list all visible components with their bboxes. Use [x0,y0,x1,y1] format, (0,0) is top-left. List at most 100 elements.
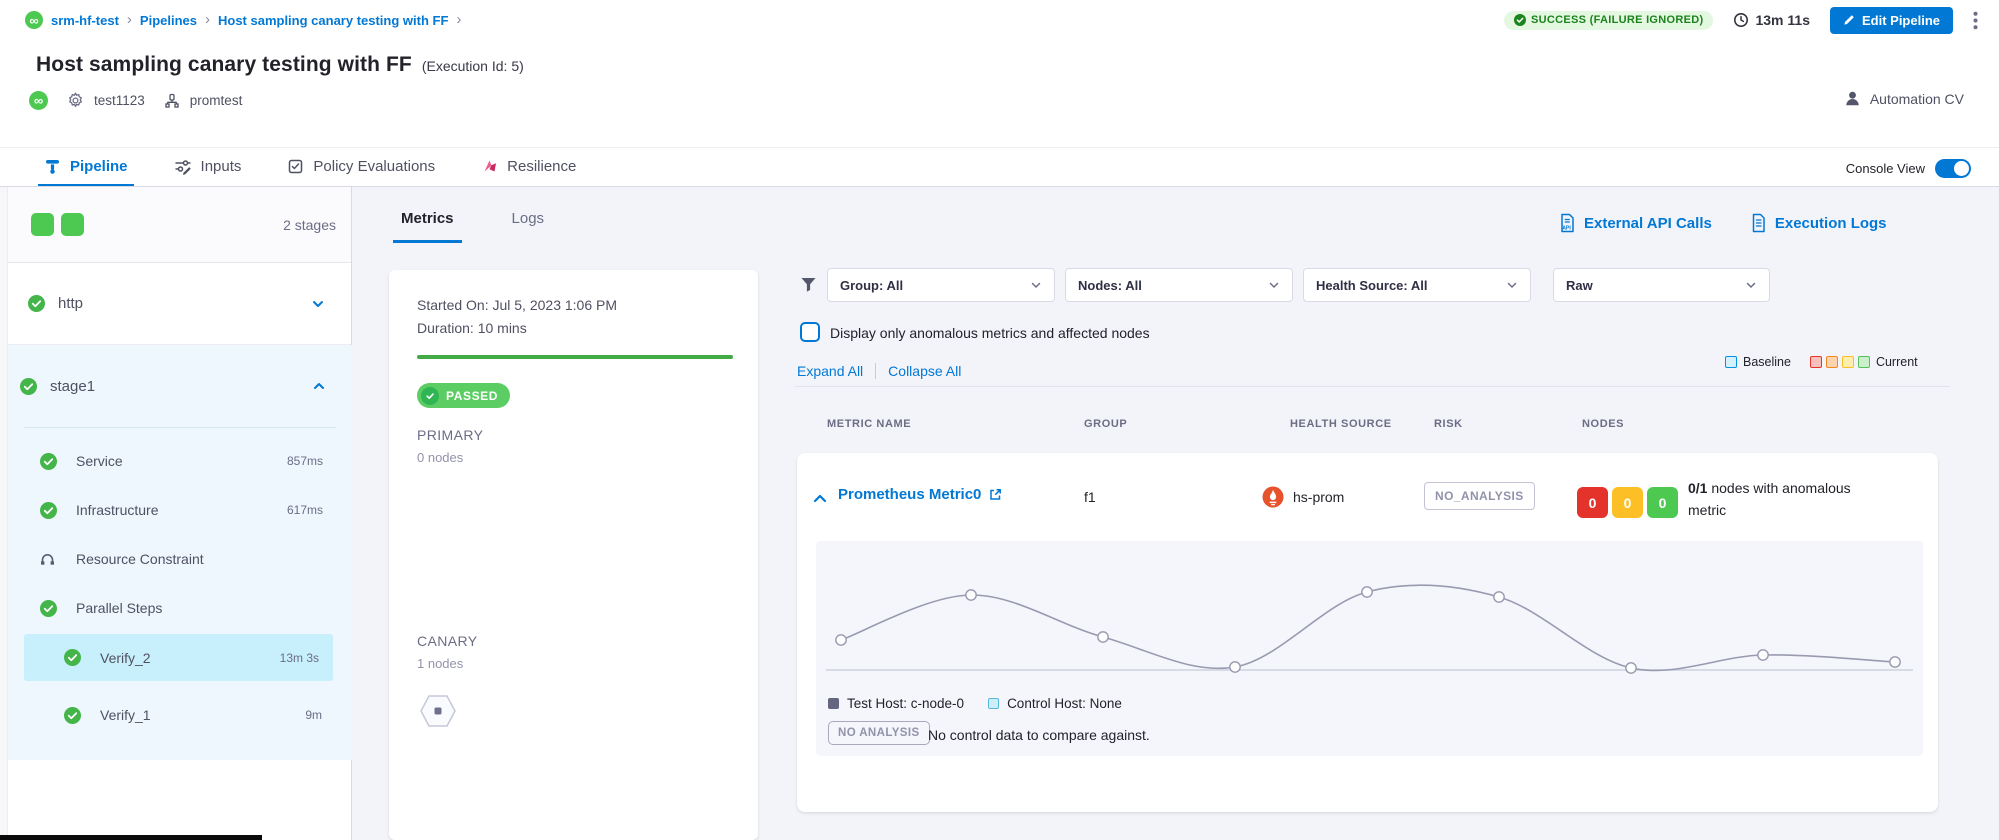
triggered-by-user: Automation CV [1870,91,1964,107]
title-row: Host sampling canary testing with FF (Ex… [36,53,524,77]
breadcrumb-pipeline-name[interactable]: Host sampling canary testing with FF [218,13,448,28]
anomalous-only-checkbox[interactable] [800,322,820,342]
step-name: Infrastructure [76,502,158,518]
divider [875,363,876,379]
primary-group-label: PRIMARY [417,427,483,443]
step-duration: 9m [305,708,322,722]
metric-name-link[interactable]: Prometheus Metric0 [838,486,981,503]
monitored-service-name: promtest [190,93,243,108]
canary-node-hexagon-icon[interactable] [420,693,456,729]
tab-policy-evaluations[interactable]: Policy Evaluations [281,148,441,186]
external-link-icon[interactable] [988,487,1003,502]
sparkline-point[interactable] [1758,650,1768,660]
policy-check-icon [287,158,304,175]
chevron-down-icon [1030,279,1042,291]
execution-logs-link[interactable]: Execution Logs [1750,213,1887,233]
step-infrastructure[interactable]: Infrastructure 617ms [8,493,352,527]
data-view-dropdown[interactable]: Raw [1553,268,1770,302]
nav-tabs: Pipeline Inputs Policy Evaluations Resil… [0,148,1999,186]
node-count-red-badge: 0 [1577,487,1608,518]
host-legend: Test Host: c-node-0 Control Host: None [828,696,1122,711]
sparkline-point[interactable] [1098,632,1108,642]
test-host-swatch [828,698,839,709]
stage1-divider [24,427,336,428]
status-badge-label: SUCCESS (FAILURE IGNORED) [1531,14,1704,26]
edit-pipeline-button[interactable]: Edit Pipeline [1830,7,1953,34]
sparkline-point[interactable] [1626,663,1636,673]
execution-logs-label: Execution Logs [1775,215,1887,232]
stage1-label: stage1 [50,378,95,395]
verification-progress-bar [417,355,733,359]
success-check-icon [40,600,57,617]
anomalous-nodes-ratio: 0/1 [1688,480,1707,496]
tab-inputs[interactable]: Inputs [168,148,248,186]
current-red-swatch [1810,356,1822,368]
console-view-toggle[interactable] [1935,159,1971,178]
sparkline-point[interactable] [1890,657,1900,667]
current-yellow-swatch [1842,356,1854,368]
stages-summary-row: 2 stages [8,187,351,263]
sparkline-point[interactable] [1362,587,1372,597]
success-check-icon [40,502,57,519]
metric-sparkline-svg[interactable] [816,541,1923,691]
tab-resilience[interactable]: Resilience [475,148,582,186]
sparkline-point[interactable] [836,635,846,645]
sidebar-stage-stage1[interactable]: stage1 [8,345,352,427]
breadcrumb-pipelines[interactable]: Pipelines [140,13,197,28]
filter-funnel-icon[interactable] [799,275,818,294]
breadcrumb: ∞ srm-hf-test › Pipelines › Host samplin… [25,11,461,29]
no-analysis-badge: NO ANALYSIS [828,721,930,745]
passed-label: PASSED [446,389,498,403]
verification-summary-card: Started On: Jul 5, 2023 1:06 PM Duration… [389,270,758,840]
column-header-group: GROUP [1084,418,1127,430]
more-options-kebab-icon[interactable] [1973,11,1978,30]
monitored-service-meta[interactable]: promtest [164,93,243,109]
check-circle-icon [1514,14,1526,26]
tab-logs[interactable]: Logs [504,193,553,243]
column-header-nodes: NODES [1582,418,1624,430]
service-meta[interactable]: test1123 [67,92,145,109]
chevron-down-icon[interactable] [311,297,325,311]
anomalous-nodes-text: nodes with anomalous metric [1688,480,1851,518]
primary-node-count: 0 nodes [417,450,463,465]
sliders-pencil-icon [174,158,192,175]
anomalous-only-checkbox-label[interactable]: Display only anomalous metrics and affec… [830,325,1150,341]
anomalous-nodes-summary: 0/1 nodes with anomalous metric [1688,478,1888,521]
tab-metrics[interactable]: Metrics [393,193,462,243]
expand-all-link[interactable]: Expand All [797,363,863,379]
tab-pipeline[interactable]: Pipeline [38,148,134,186]
success-check-icon [20,378,37,395]
page-header: ∞ srm-hf-test › Pipelines › Host samplin… [0,0,1999,147]
step-resource-constraint[interactable]: Resource Constraint [8,542,352,576]
breadcrumb-project[interactable]: srm-hf-test [51,13,119,28]
chevron-down-icon [1268,279,1280,291]
nodes-filter-dropdown[interactable]: Nodes: All [1065,268,1293,302]
tab-policy-evaluations-label: Policy Evaluations [313,158,435,175]
step-verify-1[interactable]: Verify_1 9m [8,698,352,732]
chevron-up-icon[interactable] [312,379,326,393]
stage1-section: stage1 Service 857ms Infrastructure 617m… [8,345,352,760]
external-api-calls-link[interactable]: API External API Calls [1558,213,1712,233]
sidebar-stage-http[interactable]: http [8,263,351,345]
group-filter-dropdown[interactable]: Group: All [827,268,1055,302]
sparkline-point[interactable] [1230,662,1240,672]
step-parallel-steps[interactable]: Parallel Steps [8,591,352,625]
step-verify-2[interactable]: Verify_2 13m 3s [24,634,333,681]
column-header-metric-name: METRIC NAME [827,418,911,430]
health-source-filter-dropdown[interactable]: Health Source: All [1303,268,1531,302]
console-tabs: Metrics Logs [393,193,552,243]
sparkline-point[interactable] [966,590,976,600]
pipeline-icon [44,158,61,175]
health-source-name: hs-prom [1293,489,1344,505]
nav-tab-bar: Pipeline Inputs Policy Evaluations Resil… [0,147,1999,187]
collapse-row-chevron-up-icon[interactable] [812,491,828,505]
node-count-yellow-badge: 0 [1612,487,1643,518]
step-service[interactable]: Service 857ms [8,444,352,478]
sparkline-point[interactable] [1494,592,1504,602]
toggle-knob [1954,161,1969,176]
execution-meta-row: ∞ test1123 promtest [29,91,242,110]
document-icon [1750,213,1767,233]
collapse-all-link[interactable]: Collapse All [888,363,961,379]
breadcrumb-separator: › [127,11,132,28]
current-green-swatch [1858,356,1870,368]
